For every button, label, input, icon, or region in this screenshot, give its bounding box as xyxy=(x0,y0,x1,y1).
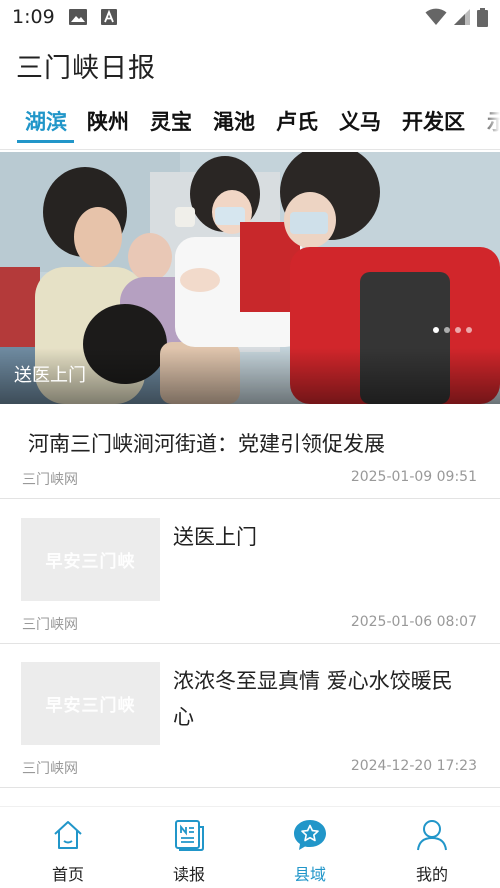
banner-carousel[interactable]: 送医上门 xyxy=(0,152,500,404)
nav-home-label: 首页 xyxy=(51,865,84,884)
carousel-dot[interactable] xyxy=(455,327,461,333)
app-title: 三门峡日报 xyxy=(16,53,156,84)
nav-county-label: 县域 xyxy=(293,865,326,884)
bottom-nav: 首页 读报 县域 我的 xyxy=(0,806,500,888)
home-icon xyxy=(54,821,82,849)
carousel-dots xyxy=(433,327,472,333)
wifi-icon xyxy=(425,8,447,25)
text-app-icon xyxy=(100,9,117,25)
news-source: 三门峡网 xyxy=(22,472,78,488)
news-title: 送医上门 xyxy=(173,525,257,549)
carousel-dot[interactable] xyxy=(444,327,450,333)
news-source: 三门峡网 xyxy=(22,761,78,777)
region-tabs: 湖滨 陕州 灵宝 渑池 卢氏 义马 开发区 示 xyxy=(0,96,500,150)
star-chat-icon xyxy=(294,820,326,850)
tab-hubin[interactable]: 湖滨 xyxy=(25,106,67,136)
news-title: 浓浓冬至显真情 爱心水饺暖民心 xyxy=(173,669,453,729)
banner-caption: 送医上门 xyxy=(14,365,86,386)
battery-icon xyxy=(477,7,488,27)
tab-shanzhou[interactable]: 陕州 xyxy=(87,106,129,136)
divider xyxy=(0,787,500,788)
nav-profile-label: 我的 xyxy=(415,865,448,884)
status-time: 1:09 xyxy=(12,6,55,28)
tab-development-zone[interactable]: 开发区 xyxy=(402,106,465,136)
news-title: 河南三门峡涧河街道：党建引领促发展 xyxy=(28,432,385,456)
thumbnail-watermark: 早安三门峡 xyxy=(45,552,136,572)
nav-county[interactable]: 县域 xyxy=(260,817,360,888)
gallery-icon xyxy=(68,9,87,25)
carousel-dot[interactable] xyxy=(466,327,472,333)
news-source: 三门峡网 xyxy=(22,617,78,633)
divider xyxy=(0,498,500,499)
divider xyxy=(0,643,500,644)
nav-read-paper-label: 读报 xyxy=(172,865,205,884)
active-tab-indicator xyxy=(17,140,74,143)
status-bar: 1:09 xyxy=(0,0,500,34)
newspaper-icon xyxy=(175,820,204,851)
tab-yima[interactable]: 义马 xyxy=(339,106,381,136)
nav-profile[interactable]: 我的 xyxy=(382,817,482,888)
news-thumbnail: 早安三门峡 xyxy=(21,662,160,745)
news-time: 2025-01-06 08:07 xyxy=(350,614,477,630)
tab-lushi[interactable]: 卢氏 xyxy=(276,106,318,136)
news-thumbnail: 早安三门峡 xyxy=(21,518,160,601)
signal-icon xyxy=(454,9,470,25)
nav-read-paper[interactable]: 读报 xyxy=(139,817,239,888)
thumbnail-watermark: 早安三门峡 xyxy=(45,696,136,716)
carousel-dot[interactable] xyxy=(433,327,439,333)
tabs-fade xyxy=(478,96,500,149)
news-time: 2025-01-09 09:51 xyxy=(350,469,477,485)
nav-home[interactable]: 首页 xyxy=(18,817,118,888)
news-time: 2024-12-20 17:23 xyxy=(350,758,477,774)
user-icon xyxy=(417,820,447,851)
tab-mianchi[interactable]: 渑池 xyxy=(213,106,255,136)
tab-lingbao[interactable]: 灵宝 xyxy=(150,106,192,136)
